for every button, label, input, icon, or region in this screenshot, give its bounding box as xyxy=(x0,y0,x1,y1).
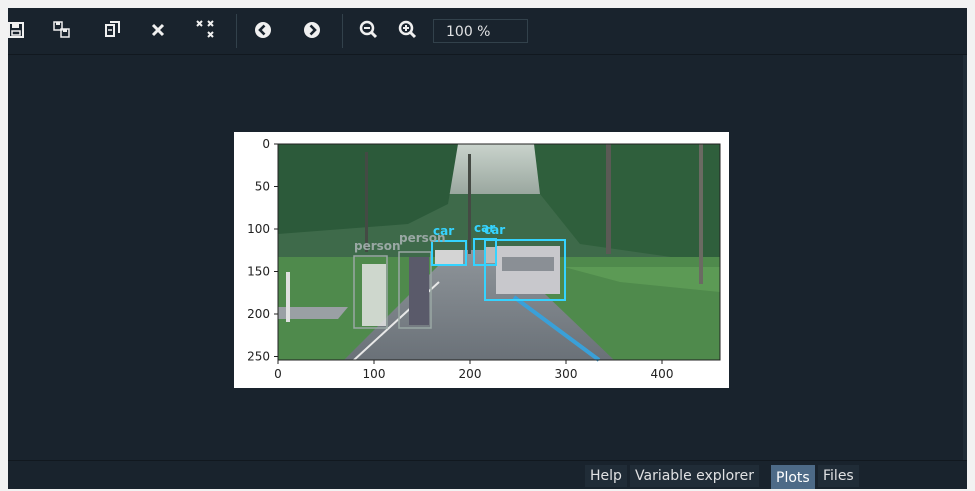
tab-files[interactable]: Files xyxy=(818,465,859,487)
x-tick-label: 400 xyxy=(651,367,674,381)
y-tick-label: 250 xyxy=(247,350,270,364)
plots-pane: 100 % person person car car car 0 50 100… xyxy=(8,8,967,489)
next-icon[interactable] xyxy=(300,18,324,42)
zoom-level-display[interactable]: 100 % xyxy=(433,19,528,43)
x-tick-label: 200 xyxy=(459,367,482,381)
viewer-scrollbar[interactable] xyxy=(963,55,967,460)
toolbar-separator xyxy=(236,14,237,48)
detection-label-car-3: car xyxy=(484,223,505,237)
y-tick-label: 50 xyxy=(255,180,270,194)
x-tick-label: 100 xyxy=(363,367,386,381)
pane-tab-bar: Help Variable explorer Plots Files xyxy=(8,460,967,489)
x-tick-label: 0 xyxy=(274,367,282,381)
photo xyxy=(278,144,720,362)
detection-plot: person person car car car 0 50 100 150 2… xyxy=(247,137,721,381)
copy-icon[interactable] xyxy=(100,18,124,42)
y-tick-label: 200 xyxy=(247,307,270,321)
save-all-icon[interactable] xyxy=(50,18,74,42)
plots-toolbar: 100 % xyxy=(8,8,967,55)
close-icon[interactable] xyxy=(146,18,170,42)
y-tick-label: 0 xyxy=(262,137,270,151)
tab-variable-explorer[interactable]: Variable explorer xyxy=(630,465,759,487)
zoom-out-icon[interactable] xyxy=(357,18,381,42)
plot-figure: person person car car car 0 50 100 150 2… xyxy=(234,132,729,388)
zoom-in-icon[interactable] xyxy=(396,18,420,42)
y-tick-label: 150 xyxy=(247,265,270,279)
x-tick-label: 300 xyxy=(555,367,578,381)
previous-icon[interactable] xyxy=(251,18,275,42)
toolbar-separator xyxy=(342,14,343,48)
tab-plots[interactable]: Plots xyxy=(771,465,815,489)
save-icon[interactable] xyxy=(4,18,28,42)
close-all-icon[interactable] xyxy=(194,18,218,42)
y-tick-label: 100 xyxy=(247,222,270,236)
tab-help[interactable]: Help xyxy=(585,465,627,487)
detection-label-car-1: car xyxy=(433,224,454,238)
detection-label-person-1: person xyxy=(354,239,401,253)
